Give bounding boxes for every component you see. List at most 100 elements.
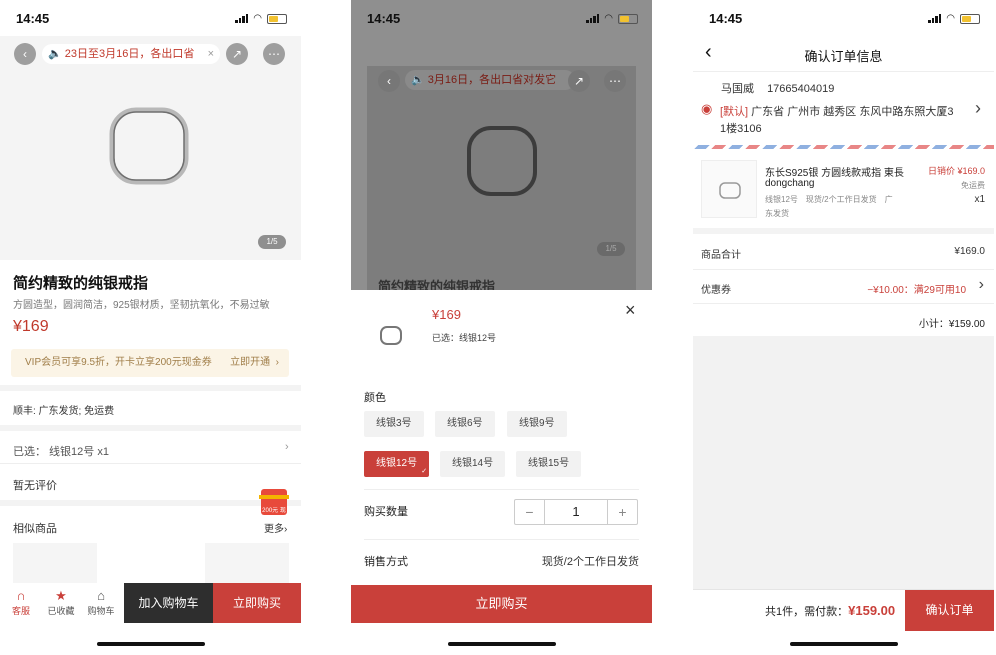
reviews-row[interactable]: 暂无评价 bbox=[13, 477, 57, 493]
chevron-right-icon: › bbox=[978, 276, 984, 293]
option-chip[interactable]: 线银15号 bbox=[516, 451, 582, 477]
image-pager: 1/5 bbox=[258, 235, 286, 249]
shipping-info: 顺丰: 广东发货; 免运费 bbox=[13, 406, 115, 417]
option-chip-selected[interactable]: 线银12号 ✓ bbox=[364, 451, 430, 477]
notice-banner[interactable]: 🔈 23日至3月16日，各出口省 × bbox=[42, 44, 220, 64]
chevron-right-icon: › bbox=[975, 98, 981, 118]
payable-summary: 共1件，需付款：¥159.00 bbox=[765, 603, 896, 618]
cellular-signal-icon bbox=[928, 14, 942, 23]
item-brand: dongchang bbox=[765, 178, 815, 189]
order-footer: 共1件，需付款：¥159.00 确认订单 bbox=[693, 589, 994, 631]
wifi-icon: ◠ bbox=[253, 13, 262, 24]
ring-image bbox=[467, 126, 537, 196]
similar-product-card[interactable] bbox=[13, 543, 97, 585]
similar-product-card[interactable] bbox=[109, 543, 193, 585]
status-bar: 14:45 ◠ bbox=[693, 0, 994, 36]
option-chip[interactable]: 线银3号 bbox=[364, 411, 424, 437]
star-icon: ★ bbox=[55, 588, 67, 603]
ring-image bbox=[109, 107, 189, 185]
customer-service-tab[interactable]: ∩ 客服 bbox=[6, 588, 36, 617]
quantity-input[interactable]: 1 bbox=[545, 500, 607, 524]
cellular-signal-icon bbox=[235, 14, 249, 23]
product-image-carousel[interactable]: 1/5 bbox=[0, 36, 301, 260]
speaker-icon: 🔈 bbox=[48, 48, 62, 60]
ring-image bbox=[719, 182, 741, 199]
item-thumbnail bbox=[701, 160, 757, 218]
spec-select-screen: 1/5 ‹ 🔈 3月16日，各出口省对发它 ↗ ⋯ 简约精致的纯银戒指 14:4… bbox=[351, 0, 652, 655]
address-block[interactable]: 马国威 17665404019 bbox=[721, 80, 834, 96]
back-button[interactable]: ‹ bbox=[378, 70, 400, 92]
product-description: 方圆造型，圆润简洁，925银材质，坚韧抗氧化，不易过敏 bbox=[13, 300, 270, 311]
goods-total-value: ¥169.0 bbox=[954, 246, 985, 257]
cellular-signal-icon bbox=[586, 14, 600, 23]
wifi-icon: ◠ bbox=[604, 13, 613, 24]
status-bar: 14:45 ◠ bbox=[351, 0, 652, 36]
wifi-icon: ◠ bbox=[946, 13, 955, 24]
battery-icon bbox=[960, 13, 980, 24]
coupon-value[interactable]: −¥10.00：满29可用10 bbox=[867, 281, 966, 296]
divider bbox=[0, 500, 301, 506]
more-menu-button[interactable]: ⋯ bbox=[604, 70, 626, 92]
back-button[interactable]: ‹ bbox=[14, 43, 36, 65]
page-title: 确认订单信息 bbox=[804, 49, 883, 64]
item-free-shipping: 免运费 bbox=[961, 181, 985, 190]
item-price: 日销价 ¥169.0 bbox=[927, 166, 985, 176]
item-name: 东长S925银 方圆线款戒指 東長 bbox=[765, 168, 904, 179]
sheet-selected: 已选：线银12号 bbox=[432, 333, 497, 343]
sale-method-value: 现货/2个工作日发货 bbox=[541, 556, 639, 568]
empty-area bbox=[693, 336, 994, 589]
home-indicator bbox=[447, 642, 556, 646]
decrement-button[interactable]: − bbox=[515, 500, 545, 524]
product-price: ¥169 bbox=[13, 318, 49, 335]
sale-method-label: 销售方式 bbox=[364, 556, 408, 568]
speaker-icon: 🔈 bbox=[411, 74, 425, 86]
dimmed-overlay[interactable]: 1/5 ‹ 🔈 3月16日，各出口省对发它 ↗ ⋯ 简约精致的纯银戒指 bbox=[351, 0, 652, 294]
option-chip[interactable]: 线银14号 bbox=[440, 451, 506, 477]
product-title: 简约精致的纯银戒指 bbox=[13, 275, 149, 292]
close-notice-button[interactable]: × bbox=[208, 44, 214, 64]
cart-icon: ⌂ bbox=[97, 588, 105, 603]
sheet-price: ¥169 bbox=[432, 307, 461, 322]
payable-amount: ¥159.00 bbox=[848, 603, 896, 618]
coupon-label: 优惠券 bbox=[701, 285, 731, 296]
similar-product-card[interactable] bbox=[205, 543, 289, 585]
recipient-name: 马国威 bbox=[721, 83, 754, 95]
cart-tab[interactable]: ⌂ 购物车 bbox=[86, 588, 116, 617]
check-icon: ✓ bbox=[421, 468, 428, 475]
home-indicator bbox=[789, 642, 898, 646]
battery-icon bbox=[618, 13, 638, 24]
selected-spec-row[interactable]: 已选： 线银12号 x1 bbox=[13, 443, 109, 459]
address-stripe bbox=[693, 145, 994, 149]
item-spec: 线银12号 现货/2个工作日发货 广 bbox=[765, 195, 893, 204]
vip-open-link[interactable]: 立即开通 › bbox=[230, 349, 279, 377]
status-time: 14:45 bbox=[16, 11, 50, 26]
item-spec-cont: 东发货 bbox=[765, 209, 789, 218]
more-menu-button[interactable]: ⋯ bbox=[263, 43, 285, 65]
status-bar: 14:45 ◠ bbox=[0, 0, 301, 36]
goods-total-label: 商品合计 bbox=[701, 250, 741, 261]
coupon-gift-icon[interactable]: 200元 现金券 bbox=[259, 489, 289, 558]
buy-now-button[interactable]: 立即购买 bbox=[213, 583, 301, 623]
divider bbox=[0, 385, 301, 391]
product-detail-screen: 14:45 ◠ 1/5 ‹ 🔈 23日至3月16日，各出口省 × ↗ ⋯ 简约精… bbox=[0, 0, 301, 655]
color-label: 颜色 bbox=[364, 392, 386, 404]
add-to-cart-button[interactable]: 加入购物车 bbox=[124, 583, 213, 623]
home-indicator bbox=[96, 642, 205, 646]
more-link[interactable]: 更多› bbox=[264, 520, 287, 535]
address-text: [默认] 广东省 广州市 越秀区 东风中路东照大厦3 1楼3106 bbox=[720, 106, 954, 135]
quantity-stepper: − 1 + bbox=[514, 499, 638, 525]
favorite-tab[interactable]: ★ 已收藏 bbox=[46, 588, 76, 617]
share-button[interactable]: ↗ bbox=[226, 43, 248, 65]
vip-banner[interactable]: VIP会员可享9.5折，开卡立享200元现金券 立即开通 › bbox=[11, 349, 289, 377]
subtotal: 小计：¥159.00 bbox=[918, 319, 985, 330]
confirm-order-button[interactable]: 确认订单 bbox=[905, 590, 994, 631]
share-button[interactable]: ↗ bbox=[568, 70, 590, 92]
item-quantity: x1 bbox=[974, 194, 985, 205]
close-sheet-button[interactable]: × bbox=[625, 300, 636, 321]
nav-bar: ‹ 确认订单信息 bbox=[693, 36, 994, 72]
buy-now-button[interactable]: 立即购买 bbox=[351, 585, 652, 623]
option-chip[interactable]: 线银9号 bbox=[507, 411, 567, 437]
option-chip[interactable]: 线银6号 bbox=[435, 411, 495, 437]
increment-button[interactable]: + bbox=[607, 500, 637, 524]
chevron-right-icon: › bbox=[285, 441, 289, 453]
